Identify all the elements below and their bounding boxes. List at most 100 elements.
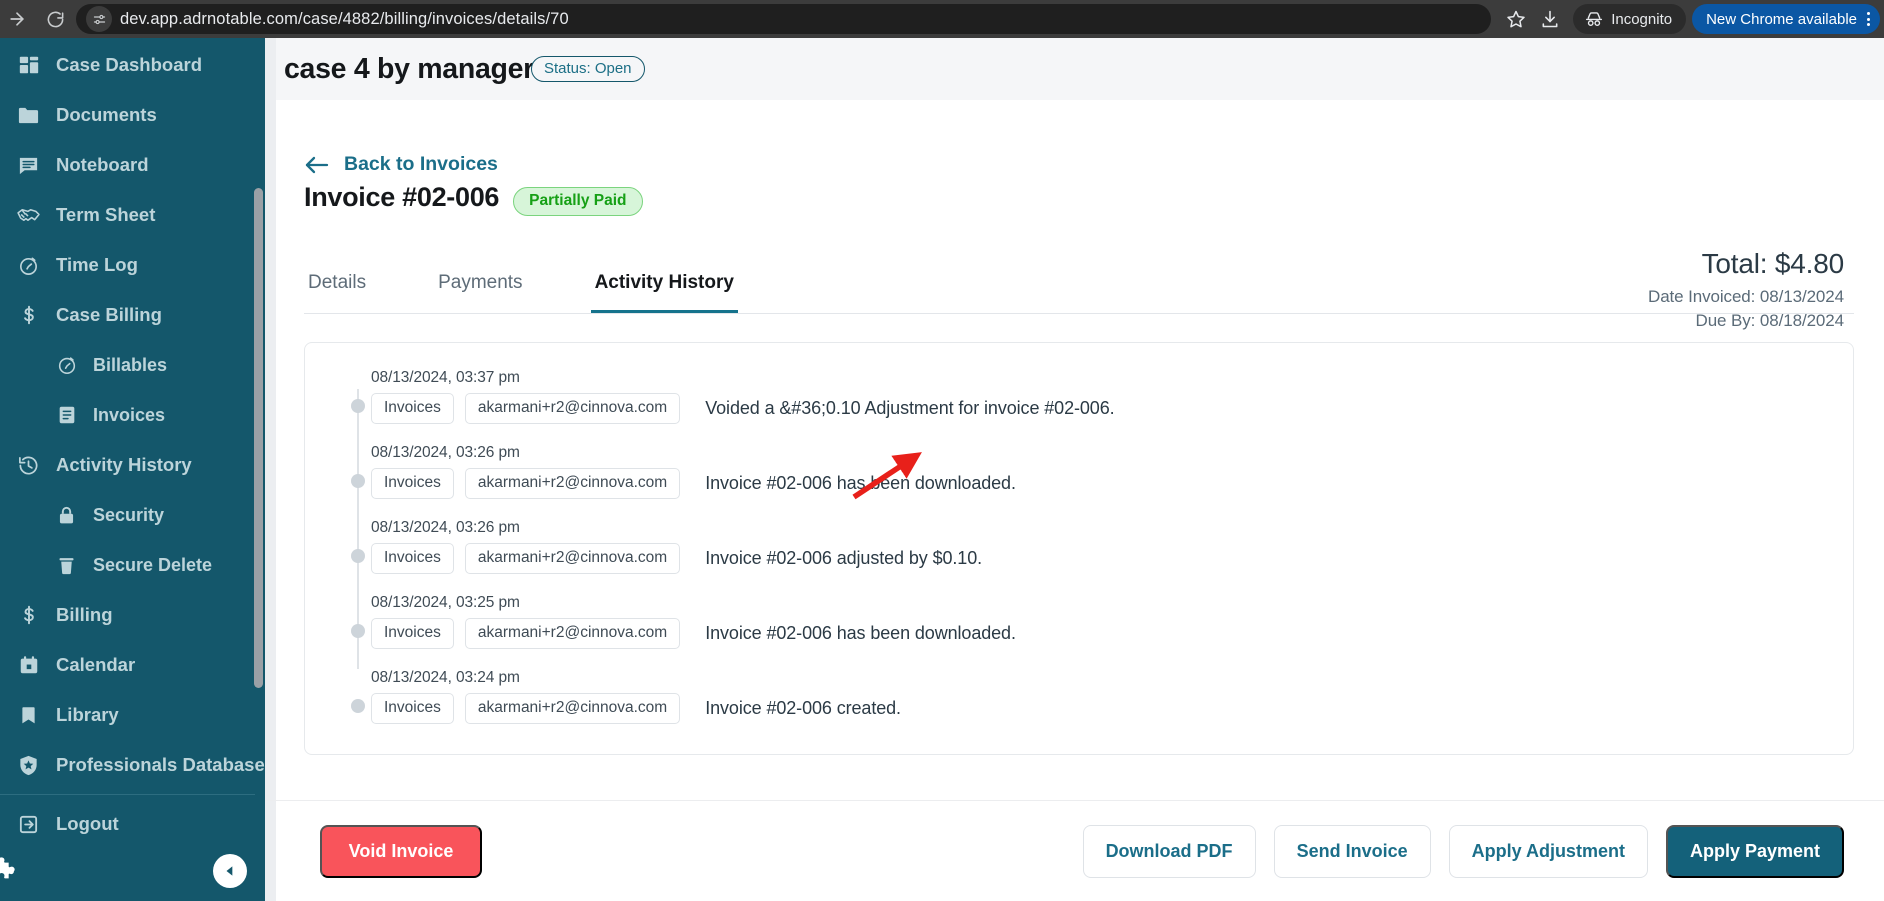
- new-chrome-available-button[interactable]: New Chrome available: [1692, 4, 1880, 34]
- site-settings-icon[interactable]: [86, 6, 112, 32]
- dollar-icon: [16, 303, 41, 328]
- activity-message: Voided a &#36;0.10 Adjustment for invoic…: [705, 398, 1115, 418]
- case-status-badge: Status: Open: [530, 56, 645, 82]
- sidebar-item-label: Case Billing: [56, 304, 162, 325]
- timeline-dot-icon: [351, 474, 365, 488]
- activity-message: Invoice #02-006 adjusted by $0.10.: [705, 548, 983, 568]
- apply-adjustment-button[interactable]: Apply Adjustment: [1448, 824, 1648, 878]
- invoice-number: Invoice #02-006: [304, 182, 500, 212]
- sidebar-item-library[interactable]: Library: [0, 690, 265, 740]
- footer-gutter: [265, 801, 276, 901]
- invoice-tabs: Details Payments Activity History: [304, 262, 1854, 314]
- activity-module-tag: Invoices: [371, 393, 454, 424]
- lock-icon: [54, 503, 79, 528]
- activity-user-tag: akarmani+r2@cinnova.com: [464, 618, 681, 649]
- sidebar-item-label: Noteboard: [56, 154, 149, 175]
- invoice-total: Total: $4.80: [1701, 248, 1845, 279]
- trash-icon: [54, 553, 79, 578]
- sidebar-item-noteboard[interactable]: Noteboard: [0, 140, 265, 190]
- new-chrome-label: New Chrome available: [1706, 10, 1857, 28]
- folder-icon: [16, 103, 41, 128]
- sidebar-item-activity-history[interactable]: Activity History: [0, 440, 265, 490]
- sidebar-item-secure-delete[interactable]: Secure Delete: [0, 540, 265, 590]
- sidebar-item-billing[interactable]: Billing: [0, 590, 265, 640]
- tab-payments[interactable]: Payments: [434, 262, 526, 313]
- main-content: case 4 by manager Status: Open Back to I…: [265, 38, 1884, 901]
- forward-arrow-icon[interactable]: [0, 2, 34, 36]
- sidebar-item-security[interactable]: Security: [0, 490, 265, 540]
- sidebar-item-label: Activity History: [56, 454, 192, 475]
- activity-timestamp: 08/13/2024, 03:25 pm: [371, 594, 520, 611]
- download-pdf-button[interactable]: Download PDF: [1082, 824, 1256, 878]
- sidebar-item-time-log[interactable]: Time Log: [0, 240, 265, 290]
- sidebar-item-label: Invoices: [93, 404, 166, 425]
- stopwatch-icon: [16, 253, 41, 278]
- puzzle-piece-icon[interactable]: [0, 855, 18, 888]
- sidebar-item-documents[interactable]: Documents: [0, 90, 265, 140]
- sidebar-item-term-sheet[interactable]: Term Sheet: [0, 190, 265, 240]
- logout-icon: [16, 812, 41, 837]
- incognito-icon: [1584, 10, 1604, 28]
- invoice-date-invoiced: Date Invoiced: 08/13/2024: [1648, 287, 1844, 306]
- sidebar-item-label: Time Log: [56, 254, 138, 275]
- address-bar[interactable]: dev.app.adrnotable.com/case/4882/billing…: [76, 4, 1492, 34]
- activity-entry: 08/13/2024, 03:26 pm Invoices akarmani+r…: [305, 519, 1853, 594]
- sidebar-item-label: Logout: [56, 813, 119, 834]
- dashboard-icon: [16, 53, 41, 78]
- sidebar-scrollbar[interactable]: [254, 188, 263, 688]
- sidebar-item-label: Billables: [93, 354, 168, 375]
- timeline-dot-icon: [351, 624, 365, 638]
- sidebar-footer: [0, 841, 265, 901]
- timeline-dot-icon: [351, 399, 365, 413]
- invoice-heading-row: Invoice #02-006 Partially Paid: [304, 182, 1884, 216]
- url-text: dev.app.adrnotable.com/case/4882/billing…: [120, 9, 569, 28]
- sidebar-item-label: Case Dashboard: [56, 54, 202, 75]
- history-icon: [16, 453, 41, 478]
- dollar-icon: [16, 603, 41, 628]
- sidebar-item-label: Billing: [56, 604, 113, 625]
- activity-entry: 08/13/2024, 03:25 pm Invoices akarmani+r…: [305, 594, 1853, 669]
- sidebar-item-label: Term Sheet: [56, 204, 156, 225]
- page-title: case 4 by manager: [284, 52, 534, 85]
- activity-module-tag: Invoices: [371, 618, 454, 649]
- apply-payment-button[interactable]: Apply Payment: [1665, 824, 1844, 878]
- handshake-icon: [16, 203, 41, 228]
- badge-star-icon: [16, 753, 41, 778]
- activity-entry: 08/13/2024, 03:37 pm Invoices akarmani+r…: [305, 369, 1853, 444]
- tab-details[interactable]: Details: [304, 262, 370, 313]
- sidebar-nav: Case Dashboard Documents Noteboard Term …: [0, 38, 265, 848]
- reload-icon[interactable]: [38, 2, 72, 36]
- sidebar-item-invoices[interactable]: Invoices: [0, 390, 265, 440]
- sidebar-item-label: Security: [93, 504, 165, 525]
- sidebar-item-billables[interactable]: Billables: [0, 340, 265, 390]
- sidebar-divider: [0, 794, 255, 795]
- activity-entry: 08/13/2024, 03:24 pm Invoices akarmani+r…: [305, 669, 1853, 724]
- send-invoice-button[interactable]: Send Invoice: [1273, 824, 1431, 878]
- kebab-menu-icon[interactable]: [1867, 12, 1870, 26]
- star-icon[interactable]: [1499, 2, 1533, 36]
- incognito-indicator[interactable]: Incognito: [1573, 4, 1687, 34]
- sidebar-item-label: Documents: [56, 104, 157, 125]
- activity-timeline: 08/13/2024, 03:37 pm Invoices akarmani+r…: [304, 342, 1854, 755]
- invoice-action-bar: Void Invoice Download PDF Send Invoice A…: [265, 800, 1884, 901]
- sidebar-item-case-billing[interactable]: Case Billing: [0, 290, 265, 340]
- activity-message: Invoice #02-006 has been downloaded.: [705, 623, 1016, 643]
- invoice-totals: Total: $4.80 Date Invoiced: 08/13/2024 D…: [1648, 248, 1844, 331]
- sidebar-item-label: Secure Delete: [93, 554, 213, 575]
- sidebar-item-professionals-database[interactable]: Professionals Database: [0, 740, 265, 790]
- invoice-status-badge: Partially Paid: [513, 187, 643, 216]
- sidebar-collapse-button[interactable]: [213, 854, 247, 888]
- bookmark-icon: [16, 703, 41, 728]
- activity-timestamp: 08/13/2024, 03:26 pm: [371, 444, 520, 461]
- content-gutter: [265, 38, 276, 901]
- sidebar-item-case-dashboard[interactable]: Case Dashboard: [0, 40, 265, 90]
- void-invoice-button[interactable]: Void Invoice: [320, 824, 482, 878]
- download-icon[interactable]: [1533, 2, 1567, 36]
- sidebar: Case Dashboard Documents Noteboard Term …: [0, 38, 265, 901]
- tab-activity-history[interactable]: Activity History: [590, 262, 738, 313]
- back-to-invoices-link[interactable]: Back to Invoices: [304, 153, 1884, 176]
- sidebar-item-calendar[interactable]: Calendar: [0, 640, 265, 690]
- activity-module-tag: Invoices: [371, 543, 454, 574]
- invoice-detail-panel: Back to Invoices Invoice #02-006 Partial…: [276, 100, 1884, 838]
- activity-timestamp: 08/13/2024, 03:26 pm: [371, 519, 520, 536]
